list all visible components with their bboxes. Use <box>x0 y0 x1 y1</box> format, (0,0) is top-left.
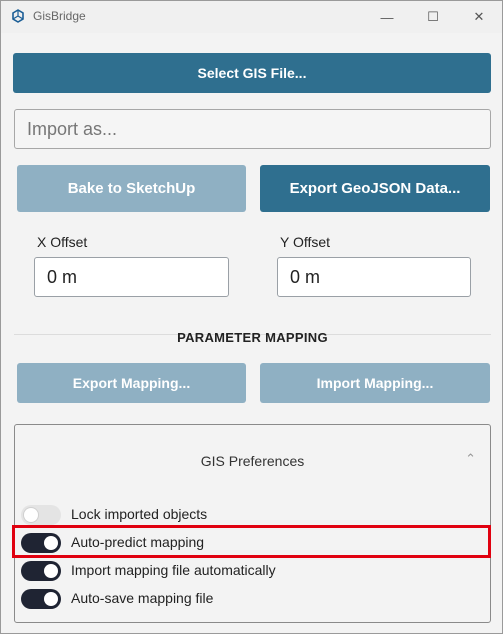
bake-to-sketchup-button[interactable]: Bake to SketchUp <box>17 165 246 212</box>
minimize-icon: — <box>380 9 394 25</box>
maximize-icon: ☐ <box>427 9 439 24</box>
toggle-knob <box>24 508 38 522</box>
gis-preferences-panel: GIS Preferences ⌃ Lock imported objects … <box>14 424 491 623</box>
toggle-label: Lock imported objects <box>71 506 208 522</box>
toggle-row-import-mapping-file: Import mapping file automatically <box>21 559 481 583</box>
sketchup-logo-icon <box>12 9 24 23</box>
toggle-knob <box>44 592 58 606</box>
maximize-button[interactable]: ☐ <box>410 1 456 33</box>
import-mapping-file-toggle[interactable] <box>21 561 61 581</box>
y-offset-label: Y Offset <box>280 234 331 250</box>
minimize-button[interactable]: — <box>364 1 410 33</box>
lock-imported-objects-toggle[interactable] <box>21 505 61 525</box>
import-as-field[interactable]: Import as... <box>14 109 491 149</box>
select-gis-file-button[interactable]: Select GIS File... <box>13 53 491 93</box>
export-geojson-button[interactable]: Export GeoJSON Data... <box>260 165 490 212</box>
gis-preferences-header[interactable]: GIS Preferences <box>15 453 490 469</box>
toggle-label: Import mapping file automatically <box>71 562 276 578</box>
toggle-row-lock-imported-objects: Lock imported objects <box>21 503 481 527</box>
toggle-knob <box>44 564 58 578</box>
app-window: GisBridge — ☐ ✕ Select GIS File... Impor… <box>0 0 503 634</box>
title-bar: GisBridge — ☐ ✕ <box>1 1 502 33</box>
close-icon: ✕ <box>473 9 485 24</box>
y-offset-input[interactable]: 0 m <box>277 257 471 297</box>
close-button[interactable]: ✕ <box>456 1 502 33</box>
x-offset-input[interactable]: 0 m <box>34 257 229 297</box>
auto-save-mapping-toggle[interactable] <box>21 589 61 609</box>
import-mapping-button[interactable]: Import Mapping... <box>260 363 490 403</box>
highlight-box <box>12 525 491 558</box>
parameter-mapping-heading: PARAMETER MAPPING <box>177 330 328 345</box>
x-offset-label: X Offset <box>37 234 88 250</box>
toggle-row-auto-save-mapping: Auto-save mapping file <box>21 587 481 611</box>
export-mapping-button[interactable]: Export Mapping... <box>17 363 246 403</box>
chevron-up-icon[interactable]: ⌃ <box>465 451 476 467</box>
window-title: GisBridge <box>33 9 86 23</box>
toggle-label: Auto-save mapping file <box>71 590 214 606</box>
